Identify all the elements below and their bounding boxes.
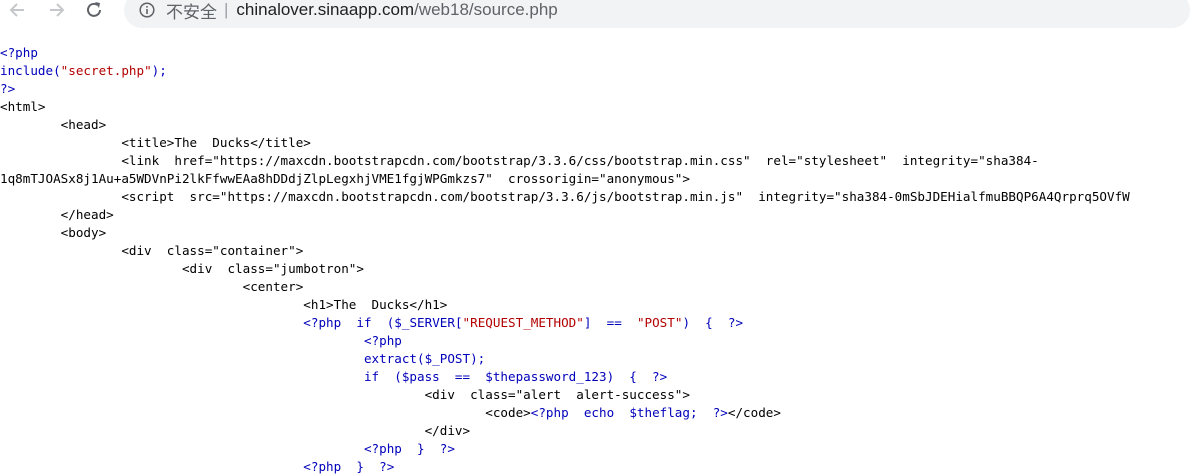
code-token: <link href="https://maxcdn.bootstrapcdn.…: [0, 153, 1039, 168]
code-token: );: [151, 63, 167, 78]
url-path[interactable]: /web18/source.php: [414, 0, 558, 20]
code-token: <?php if ($_SERVER[: [303, 315, 463, 330]
source-code-view: <?php include("secret.php"); ?> <html> <hea…: [0, 44, 1190, 476]
back-button[interactable]: [4, 0, 32, 24]
code-token: <code>: [0, 405, 531, 420]
source-line: <div class="alert alert-success">: [0, 386, 1190, 404]
code-token: <head>: [0, 117, 107, 132]
code-token: <?php: [0, 45, 38, 60]
source-line: <html>: [0, 98, 1190, 116]
code-token: <div class="container">: [0, 243, 304, 258]
code-token: ) { ?>: [682, 315, 744, 330]
source-line: <h1>The Ducks</h1>: [0, 296, 1190, 314]
code-token: "POST": [636, 315, 683, 330]
code-token: </head>: [0, 207, 114, 222]
source-line: if ($pass == $thepassword_123) { ?>: [0, 368, 1190, 386]
code-token: <title>The Ducks</title>: [0, 135, 311, 150]
source-line: 1q8mTJOASx8j1Au+a5WDVnPi2lkFfwwEAa8hDDdj…: [0, 170, 1190, 188]
source-line: extract($_POST);: [0, 350, 1190, 368]
forward-arrow-icon: [50, 3, 65, 17]
code-token: <script src="https://maxcdn.bootstrapcdn…: [0, 189, 1130, 204]
source-line: <code><?php echo $theflag; ?></code>: [0, 404, 1190, 422]
forward-button[interactable]: [42, 0, 70, 24]
source-line: ?>: [0, 80, 1190, 98]
reload-icon: [87, 2, 101, 17]
code-token: </div>: [0, 423, 471, 438]
code-token: <div class="alert alert-success">: [0, 387, 690, 402]
code-token: include(: [0, 63, 61, 78]
code-token: "REQUEST_METHOD": [462, 315, 584, 330]
code-token: <html>: [0, 99, 46, 114]
code-token: <center>: [0, 279, 304, 294]
address-bar[interactable]: 不安全 | chinalover.sinaapp.com /web18/sour…: [124, 0, 1190, 28]
code-token: if ($pass == $thepassword_123) { ?>: [0, 369, 668, 384]
code-token: <?php } ?>: [363, 441, 455, 456]
source-line: <center>: [0, 278, 1190, 296]
source-line: </head>: [0, 206, 1190, 224]
source-line: </div>: [0, 422, 1190, 440]
source-line: <?php } ?>: [0, 440, 1190, 458]
source-line: <div class="container">: [0, 242, 1190, 260]
code-token: <h1>The Ducks</h1>: [0, 297, 448, 312]
code-token: <body>: [0, 225, 107, 240]
code-token: ] ==: [583, 315, 637, 330]
source-line: <div class="jumbotron">: [0, 260, 1190, 278]
source-line: <?php } ?>: [0, 458, 1190, 476]
code-token: 1q8mTJOASx8j1Au+a5WDVnPi2lkFfwwEAa8hDDdj…: [0, 171, 690, 186]
security-status[interactable]: 不安全: [166, 0, 217, 23]
info-icon[interactable]: [138, 1, 156, 19]
source-line: <link href="https://maxcdn.bootstrapcdn.…: [0, 152, 1190, 170]
url-host[interactable]: chinalover.sinaapp.com: [236, 0, 414, 20]
code-token: ?>: [0, 81, 16, 96]
source-line: <head>: [0, 116, 1190, 134]
code-token: extract($_POST);: [0, 351, 486, 366]
separator: |: [224, 0, 229, 19]
code-token: <?php } ?>: [303, 459, 395, 474]
source-line: <?php: [0, 44, 1190, 62]
code-token: "secret.php": [60, 63, 152, 78]
source-line: <?php: [0, 332, 1190, 350]
code-token: </code>: [727, 405, 781, 420]
source-line: include("secret.php");: [0, 62, 1190, 80]
source-line: <script src="https://maxcdn.bootstrapcdn…: [0, 188, 1190, 206]
source-line: <body>: [0, 224, 1190, 242]
source-line: <title>The Ducks</title>: [0, 134, 1190, 152]
browser-toolbar: 不安全 | chinalover.sinaapp.com /web18/sour…: [0, 0, 1190, 30]
code-token: <?php echo $theflag; ?>: [530, 405, 728, 420]
code-token: <?php: [363, 333, 402, 348]
reload-button[interactable]: [80, 0, 108, 24]
code-token: <div class="jumbotron">: [0, 261, 364, 276]
source-line: <?php if ($_SERVER["REQUEST_METHOD"] == …: [0, 314, 1190, 332]
back-arrow-icon: [9, 3, 24, 17]
